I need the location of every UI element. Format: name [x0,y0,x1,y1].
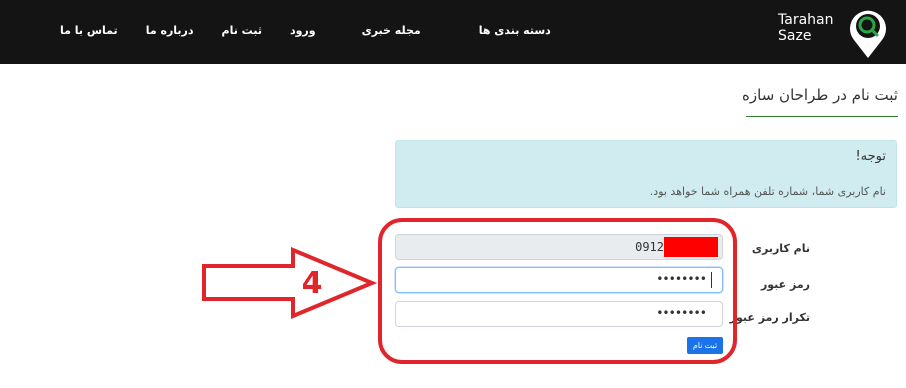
annotation-step-number: 4 [302,266,323,301]
nav-links: دسته بندی ها مجله خبری ورود ثبت نام دربا… [60,24,551,40]
nav-link-contact[interactable]: تماس با ما [60,24,118,40]
page-title: ثبت نام در طراحان سازه [742,86,898,104]
alert-title: توجه! [855,149,886,164]
password-label: رمز عبور [760,278,810,291]
title-underline [746,116,898,117]
nav-link-magazine[interactable]: مجله خبری [362,24,421,40]
annotation-arrow [202,246,378,320]
confirm-password-masked-value: •••••••• [656,306,707,320]
nav-link-categories[interactable]: دسته بندی ها [479,24,551,40]
nav-link-about[interactable]: درباره ما [146,24,194,40]
alert-text: نام کاربری شما، شماره تلفن همراه شما خوا… [649,185,886,198]
confirm-password-label: تکرار رمز عبور [729,311,810,324]
site-logo[interactable]: Tarahan Saze [778,6,894,60]
info-alert: توجه! نام کاربری شما، شماره تلفن همراه ش… [395,140,897,208]
logo-line1: Tarahan [778,12,834,28]
text-caret [711,272,712,288]
magnifier-pin-icon [850,10,886,59]
password-field[interactable]: •••••••• [395,267,723,293]
navbar: Tarahan Saze دسته بندی ها مجله خبری ورود… [0,0,906,64]
nav-link-login[interactable]: ورود [290,24,316,40]
username-field[interactable]: 0912 [395,234,723,260]
username-value: 0912 [635,240,664,254]
username-label: نام کاربری [751,242,810,255]
logo-line2: Saze [778,28,812,44]
nav-link-register[interactable]: ثبت نام [222,24,262,40]
confirm-password-field[interactable]: •••••••• [395,301,723,327]
logo-text: Tarahan Saze [778,12,833,44]
password-masked-value: •••••••• [656,272,707,286]
register-submit-button[interactable]: ثبت نام [687,337,723,354]
